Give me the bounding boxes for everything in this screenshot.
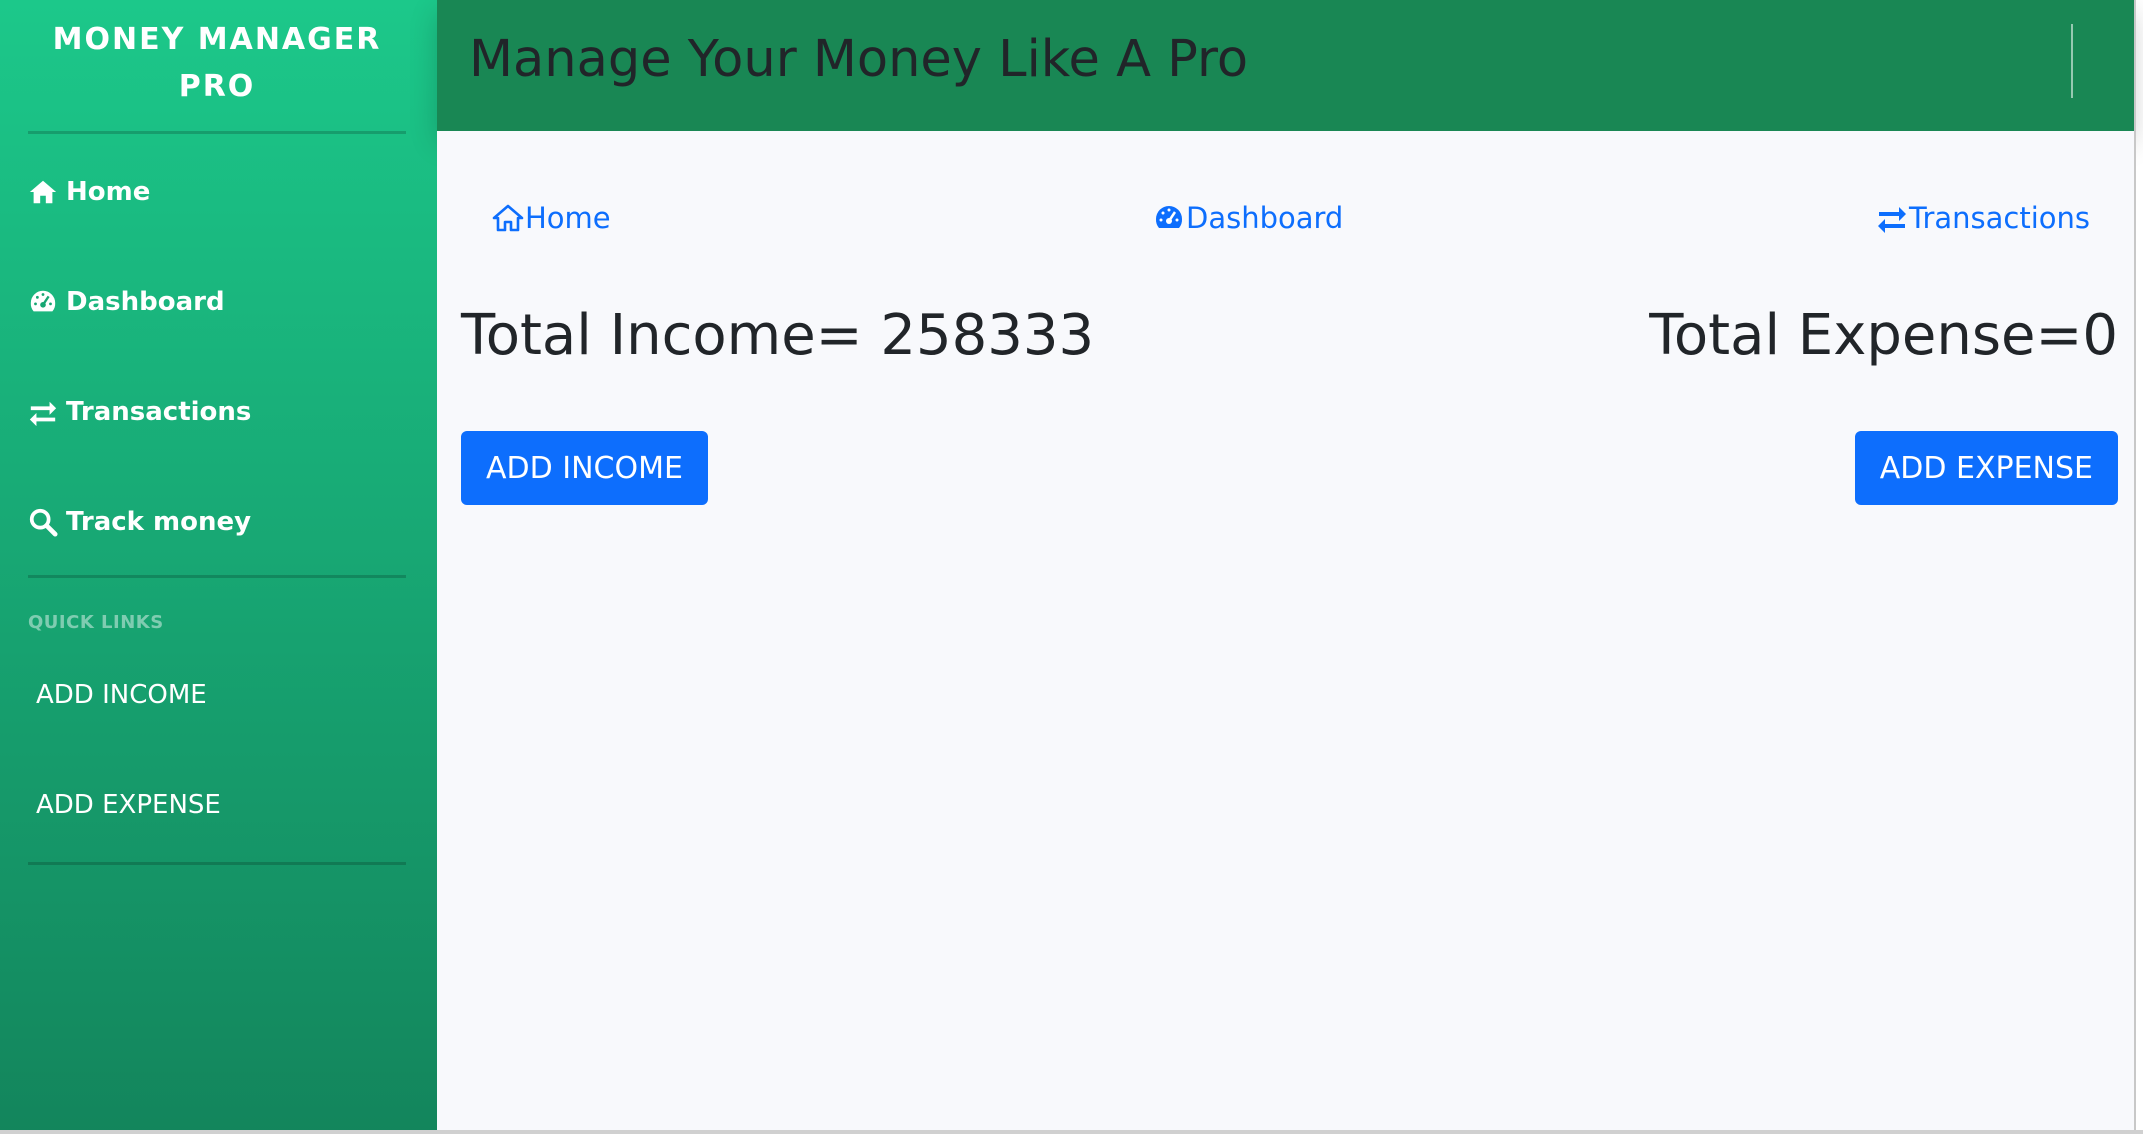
brand-title[interactable]: MONEY MANAGER PRO	[28, 16, 406, 110]
page-title: Manage Your Money Like A Pro	[469, 30, 1249, 89]
app-root: MONEY MANAGER PRO Home Dashboard Transac…	[0, 0, 2143, 1134]
add-expense-button[interactable]: ADD EXPENSE	[1854, 431, 2118, 505]
sidebar-item-label: Track money	[66, 507, 252, 537]
sidebar-item-label: Transactions	[66, 397, 252, 427]
exchange-icon	[1875, 201, 1909, 235]
total-income: Total Income= 258333	[461, 303, 1095, 368]
gauge-icon	[28, 287, 58, 317]
sidebar-divider	[28, 862, 406, 865]
add-income-button[interactable]: ADD INCOME	[461, 431, 708, 505]
link-transactions[interactable]: Transactions	[1875, 201, 2090, 235]
gauge-icon	[1152, 201, 1186, 235]
total-expense: Total Expense=0	[1649, 303, 2118, 368]
sidebar-divider	[28, 575, 406, 578]
link-label: Transactions	[1909, 201, 2091, 235]
sidebar-item-transactions[interactable]: Transactions	[28, 384, 251, 440]
link-label: Home	[525, 201, 611, 235]
search-icon	[28, 507, 58, 537]
sidebar-item-dashboard[interactable]: Dashboard	[28, 274, 225, 330]
top-bar: Manage Your Money Like A Pro	[437, 0, 2134, 131]
exchange-icon	[28, 397, 58, 427]
sidebar-link-add-expense[interactable]: ADD EXPENSE	[36, 790, 221, 820]
main-content: Home Dashboard Transactions Total Income…	[437, 131, 2134, 1130]
sidebar: MONEY MANAGER PRO Home Dashboard Transac…	[0, 0, 437, 1134]
link-label: Dashboard	[1186, 201, 1344, 235]
topbar-divider	[2071, 24, 2073, 98]
sidebar-divider	[28, 131, 406, 134]
sidebar-item-track-money[interactable]: Track money	[28, 494, 251, 550]
home-icon	[28, 177, 58, 207]
sidebar-item-label: Home	[66, 177, 151, 207]
sidebar-link-add-income[interactable]: ADD INCOME	[36, 680, 207, 710]
quick-links-heading: QUICK LINKS	[28, 612, 164, 633]
sidebar-item-label: Dashboard	[66, 287, 225, 317]
link-dashboard[interactable]: Dashboard	[1152, 201, 1343, 235]
link-home[interactable]: Home	[491, 201, 611, 235]
home-icon	[491, 201, 525, 235]
window-right-edge	[2134, 0, 2136, 1134]
sidebar-item-home[interactable]: Home	[28, 164, 150, 220]
window-bottom-edge	[0, 1130, 2143, 1134]
